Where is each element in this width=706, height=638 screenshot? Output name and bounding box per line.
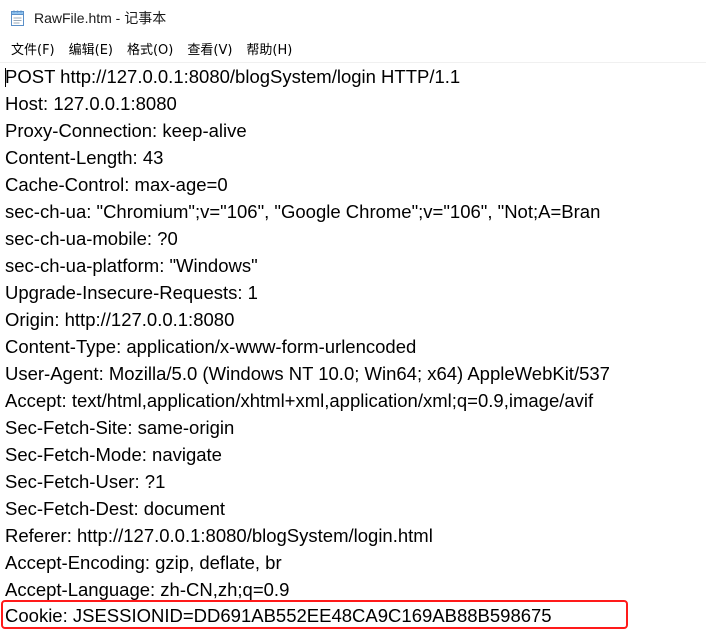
editor-line: Sec-Fetch-Dest: document xyxy=(5,498,226,519)
menu-format[interactable]: 格式(O) xyxy=(122,37,178,60)
title-bar: RawFile.htm - 记事本 xyxy=(0,0,706,36)
cookie-line: Cookie: JSESSIONID=DD691AB552EE48CA9C169… xyxy=(5,605,552,626)
editor-line: sec-ch-ua: "Chromium";v="106", "Google C… xyxy=(5,201,601,222)
editor-line: Referer: http://127.0.0.1:8080/blogSyste… xyxy=(5,525,433,546)
editor-line: User-Agent: Mozilla/5.0 (Windows NT 10.0… xyxy=(5,363,610,384)
menu-file[interactable]: 文件(F) xyxy=(6,37,60,60)
notepad-window: RawFile.htm - 记事本 文件(F) 编辑(E) 格式(O) 查看(V… xyxy=(0,0,706,638)
editor-line: Accept: text/html,application/xhtml+xml,… xyxy=(5,390,594,411)
editor-line: sec-ch-ua-platform: "Windows" xyxy=(5,255,258,276)
editor-line: Upgrade-Insecure-Requests: 1 xyxy=(5,282,258,303)
notepad-icon xyxy=(10,9,26,27)
editor-line: Sec-Fetch-Site: same-origin xyxy=(5,417,235,438)
editor-line: POST http://127.0.0.1:8080/blogSystem/lo… xyxy=(5,66,461,87)
editor-line: Content-Type: application/x-www-form-url… xyxy=(5,336,417,357)
editor-line: sec-ch-ua-mobile: ?0 xyxy=(5,228,178,249)
menu-help[interactable]: 帮助(H) xyxy=(241,37,297,60)
editor-line: Accept-Language: zh-CN,zh;q=0.9 xyxy=(5,579,290,600)
editor-line: Accept-Encoding: gzip, deflate, br xyxy=(5,552,282,573)
menu-edit[interactable]: 编辑(E) xyxy=(64,37,118,60)
window-title: RawFile.htm - 记事本 xyxy=(34,10,167,26)
menu-bar: 文件(F) 编辑(E) 格式(O) 查看(V) 帮助(H) xyxy=(0,36,706,60)
editor-line: Cache-Control: max-age=0 xyxy=(5,174,228,195)
editor-line: Sec-Fetch-Mode: navigate xyxy=(5,444,222,465)
editor-line: Proxy-Connection: keep-alive xyxy=(5,120,247,141)
editor-line: Sec-Fetch-User: ?1 xyxy=(5,471,166,492)
text-editor-area[interactable]: POST http://127.0.0.1:8080/blogSystem/lo… xyxy=(0,62,706,638)
editor-line: Origin: http://127.0.0.1:8080 xyxy=(5,309,235,330)
editor-line: Content-Length: 43 xyxy=(5,147,164,168)
menu-view[interactable]: 查看(V) xyxy=(182,37,237,60)
editor-line: Host: 127.0.0.1:8080 xyxy=(5,93,177,114)
